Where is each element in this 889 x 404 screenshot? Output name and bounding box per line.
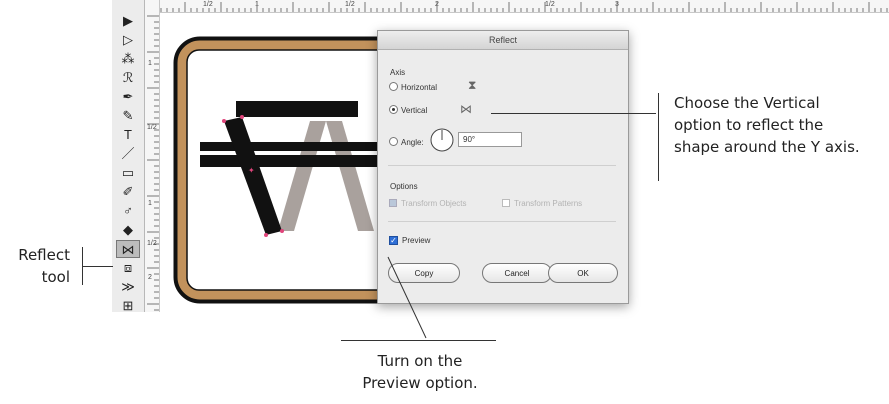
selection-tool-icon[interactable]: ▶ xyxy=(116,12,140,30)
horizontal-radio[interactable] xyxy=(389,82,398,91)
callout-line: Preview option. xyxy=(362,374,478,392)
line-tool-icon[interactable]: ／ xyxy=(116,145,140,163)
preview-checkbox[interactable]: ✓ xyxy=(389,236,398,245)
pen-tool-icon[interactable]: ✒ xyxy=(116,88,140,106)
lasso-tool-icon[interactable]: ℛ xyxy=(116,69,140,87)
rectangle-tool-icon[interactable]: ▭ xyxy=(116,164,140,182)
separator xyxy=(388,221,616,222)
type-tool-icon[interactable]: T xyxy=(116,126,140,144)
callout-text-vertical: Choose the Vertical option to reflect th… xyxy=(674,92,860,158)
callout-line-preview xyxy=(387,256,427,339)
callout-line-vertical xyxy=(491,113,656,114)
vertical-radio[interactable] xyxy=(389,105,398,114)
callout-line: Choose the Vertical xyxy=(674,94,820,112)
anchor-point xyxy=(264,233,268,237)
direct-selection-tool-icon[interactable]: ▷ xyxy=(116,31,140,49)
callout-text-preview: Turn on the Preview option. xyxy=(340,350,500,394)
ok-button[interactable]: OK xyxy=(548,263,618,283)
callout-underline-preview xyxy=(341,340,496,341)
eraser-tool-icon[interactable]: ◆ xyxy=(116,221,140,239)
separator xyxy=(388,165,616,166)
magic-wand-tool-icon[interactable]: ⁂ xyxy=(116,50,140,68)
free-transform-tool-icon[interactable]: ⊞ xyxy=(116,297,140,315)
transform-patterns-label[interactable]: Transform Patterns xyxy=(514,199,582,208)
reflect-tool-icon[interactable]: ⋈ xyxy=(116,240,140,258)
tools-panel: ▶ ▷ ⁂ ℛ ✒ ✎ T ／ ▭ ✐ ♂ ◆ ⋈ ⧈ ≫ ⊞ xyxy=(112,0,145,315)
bench-top xyxy=(200,142,400,151)
paintbrush-tool-icon[interactable]: ✐ xyxy=(116,183,140,201)
transform-objects-checkbox[interactable] xyxy=(389,199,397,207)
preview-label[interactable]: Preview xyxy=(402,236,430,245)
options-group-label: Options xyxy=(390,182,418,191)
shaper-tool-icon[interactable]: ♂ xyxy=(116,202,140,220)
reflect-origin-marker: ✦ xyxy=(248,166,255,175)
callout-line: Turn on the xyxy=(377,352,463,370)
cancel-button[interactable]: Cancel xyxy=(482,263,552,283)
callout-line: option to reflect the xyxy=(674,116,824,134)
transform-patterns-checkbox[interactable] xyxy=(502,199,510,207)
scale-tool-icon[interactable]: ⧈ xyxy=(116,259,140,277)
horizontal-ruler[interactable]: 1/2 1 1/2 2 1/2 3 xyxy=(145,0,889,13)
angle-dial-icon[interactable] xyxy=(429,127,455,153)
callout-line: tool xyxy=(41,268,70,286)
width-tool-icon[interactable]: ≫ xyxy=(116,278,140,296)
angle-input[interactable]: 90° xyxy=(458,132,522,147)
anchor-point xyxy=(240,115,244,119)
angle-label[interactable]: Angle: xyxy=(401,138,424,147)
callout-line-reflect xyxy=(83,266,113,267)
callout-line: Reflect xyxy=(18,246,70,264)
vertical-ruler[interactable]: 1 1/2 1 1/2 2 xyxy=(145,0,160,312)
callout-line: shape around the Y axis. xyxy=(674,138,860,156)
angle-value: 90° xyxy=(463,135,476,144)
vertical-axis-icon: ⋈ xyxy=(460,102,472,116)
anchor-point xyxy=(280,229,284,233)
axis-group-label: Axis xyxy=(390,68,406,77)
horizontal-label[interactable]: Horizontal xyxy=(401,83,437,92)
callout-text-reflect: Reflect tool xyxy=(10,244,70,288)
ruler-ticks xyxy=(147,15,159,311)
ruler-ticks xyxy=(148,2,888,12)
transform-objects-label[interactable]: Transform Objects xyxy=(401,199,467,208)
table-top xyxy=(236,101,358,117)
horizontal-axis-icon: ⧗ xyxy=(468,78,477,92)
curvature-tool-icon[interactable]: ✎ xyxy=(116,107,140,125)
anchor-point xyxy=(222,119,226,123)
angle-radio[interactable] xyxy=(389,137,398,146)
vertical-label[interactable]: Vertical xyxy=(401,106,427,115)
callout-bracket-vertical xyxy=(658,93,659,181)
dialog-title: Reflect xyxy=(378,31,628,50)
